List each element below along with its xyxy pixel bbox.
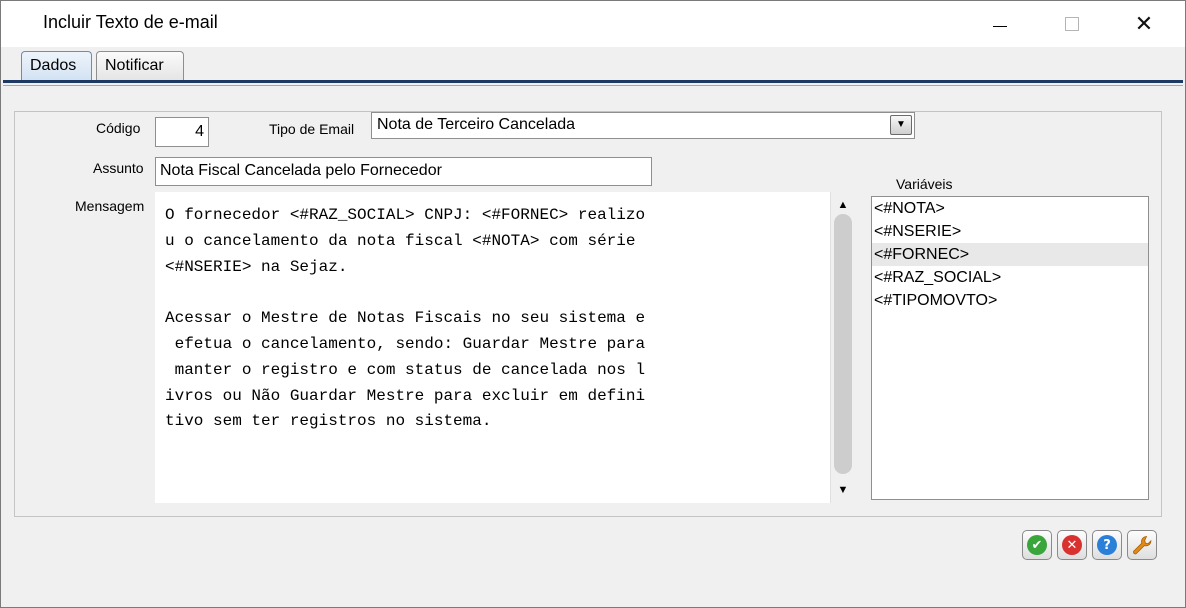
dialog-window: Incluir Texto de e-mail ✕ Dados Notifica… bbox=[0, 0, 1186, 608]
list-item[interactable]: <#FORNEC> bbox=[872, 243, 1148, 266]
window-title: Incluir Texto de e-mail bbox=[43, 12, 218, 32]
mensagem-line: ivros ou Não Guardar Mestre para excluir… bbox=[165, 386, 646, 405]
mensagem-line: manter o registro e com status de cancel… bbox=[165, 360, 646, 379]
variaveis-list[interactable]: <#NOTA> <#NSERIE> <#FORNEC> <#RAZ_SOCIAL… bbox=[871, 196, 1149, 500]
mensagem-line: <#NSERIE> na Sejaz. bbox=[165, 257, 348, 276]
mensagem-label: Mensagem bbox=[75, 198, 145, 214]
minimize-icon bbox=[993, 25, 1007, 27]
list-item[interactable]: <#RAZ_SOCIAL> bbox=[872, 266, 1148, 289]
mensagem-line: efetua o cancelamento, sendo: Guardar Me… bbox=[165, 334, 646, 353]
maximize-icon bbox=[1065, 17, 1079, 31]
tipo-email-label: Tipo de Email bbox=[269, 121, 355, 137]
scroll-up-icon[interactable]: ▲ bbox=[833, 194, 853, 216]
cancel-button[interactable]: ✕ bbox=[1057, 530, 1087, 560]
tipo-email-select[interactable]: Nota de Terceiro Cancelada ▼ bbox=[371, 112, 915, 139]
mensagem-scrollbar[interactable]: ▲ ▼ bbox=[830, 192, 854, 503]
minimize-button[interactable] bbox=[969, 1, 1031, 47]
mensagem-line: tivo sem ter registros no sistema. bbox=[165, 412, 492, 431]
close-icon: ✕ bbox=[1134, 11, 1154, 36]
assunto-field[interactable]: Nota Fiscal Cancelada pelo Fornecedor bbox=[155, 157, 652, 186]
variaveis-label: Variáveis bbox=[896, 176, 953, 192]
close-button[interactable]: ✕ bbox=[1113, 1, 1175, 47]
codigo-field[interactable]: 4 bbox=[155, 117, 209, 147]
check-icon: ✔ bbox=[1027, 535, 1047, 555]
chevron-down-icon[interactable]: ▼ bbox=[890, 115, 912, 135]
wrench-icon bbox=[1133, 536, 1152, 555]
scrollbar-thumb[interactable] bbox=[834, 214, 852, 474]
cancel-icon: ✕ bbox=[1062, 535, 1082, 555]
list-item[interactable]: <#NSERIE> bbox=[872, 220, 1148, 243]
mensagem-line: O fornecedor <#RAZ_SOCIAL> CNPJ: <#FORNE… bbox=[165, 206, 646, 224]
help-icon: ? bbox=[1097, 535, 1117, 555]
mensagem-line: u o cancelamento da nota fiscal <#NOTA> … bbox=[165, 231, 636, 250]
assunto-label: Assunto bbox=[93, 160, 144, 176]
list-item[interactable]: <#NOTA> bbox=[872, 197, 1148, 220]
tab-divider bbox=[3, 80, 1183, 83]
title-bar: Incluir Texto de e-mail ✕ bbox=[1, 1, 1185, 47]
maximize-button[interactable] bbox=[1041, 1, 1103, 47]
mensagem-line: ​ bbox=[165, 280, 832, 306]
tab-divider-light bbox=[3, 85, 1183, 86]
scroll-down-icon[interactable]: ▼ bbox=[833, 479, 853, 501]
mensagem-textarea[interactable]: O fornecedor <#RAZ_SOCIAL> CNPJ: <#FORNE… bbox=[155, 192, 832, 503]
tipo-email-value: Nota de Terceiro Cancelada bbox=[377, 116, 576, 133]
tools-button[interactable] bbox=[1127, 530, 1157, 560]
tab-dados[interactable]: Dados bbox=[21, 51, 92, 81]
help-button[interactable]: ? bbox=[1092, 530, 1122, 560]
mensagem-line: Acessar o Mestre de Notas Fiscais no seu… bbox=[165, 309, 646, 328]
list-item[interactable]: <#TIPOMOVTO> bbox=[872, 289, 1148, 312]
confirm-button[interactable]: ✔ bbox=[1022, 530, 1052, 560]
codigo-label: Código bbox=[96, 120, 141, 136]
tab-notificar[interactable]: Notificar bbox=[96, 51, 184, 81]
